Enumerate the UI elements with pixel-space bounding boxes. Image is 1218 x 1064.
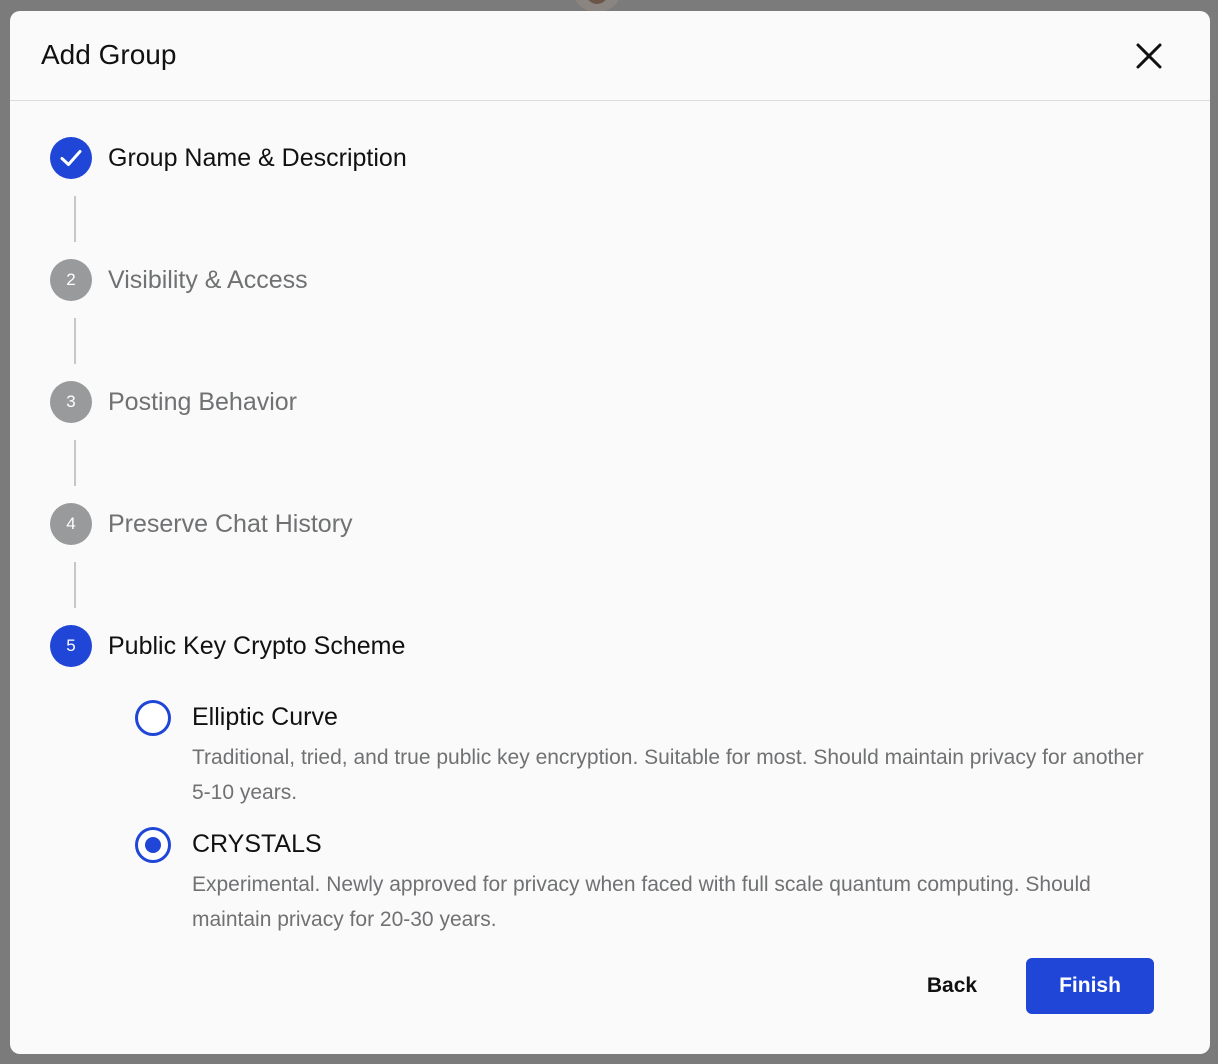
step-label: Visibility & Access xyxy=(108,266,308,294)
radio-elliptic-curve[interactable] xyxy=(135,700,171,736)
avatar-face xyxy=(586,0,608,4)
radio-crystals[interactable] xyxy=(135,827,171,863)
step-number: 5 xyxy=(50,625,92,667)
back-button[interactable]: Back xyxy=(915,958,989,1014)
option-title: Elliptic Curve xyxy=(192,703,338,731)
step-completed-indicator xyxy=(50,137,92,179)
add-group-dialog: Add Group Group Name & Description 2 Vis… xyxy=(10,11,1210,1054)
finish-button[interactable]: Finish xyxy=(1026,958,1154,1014)
close-button[interactable] xyxy=(1131,38,1167,74)
step-number: 4 xyxy=(50,503,92,545)
step-connector xyxy=(74,196,76,242)
close-icon xyxy=(1136,43,1162,69)
option-title: CRYSTALS xyxy=(192,830,322,858)
checkmark-icon xyxy=(60,150,82,166)
step-label: Group Name & Description xyxy=(108,144,407,172)
radio-selected-dot xyxy=(145,837,161,853)
option-description: Experimental. Newly approved for privacy… xyxy=(192,873,1091,931)
dialog-header: Add Group xyxy=(10,11,1210,101)
step-connector xyxy=(74,440,76,486)
step-label: Preserve Chat History xyxy=(108,510,353,538)
option-description: Traditional, tried, and true public key … xyxy=(192,746,1144,804)
step-number: 2 xyxy=(50,259,92,301)
dialog-title: Add Group xyxy=(41,39,177,70)
step-connector xyxy=(74,318,76,364)
step-connector xyxy=(74,562,76,608)
step-label: Posting Behavior xyxy=(108,388,298,416)
step-number: 3 xyxy=(50,381,92,423)
step-label: Public Key Crypto Scheme xyxy=(108,632,406,660)
